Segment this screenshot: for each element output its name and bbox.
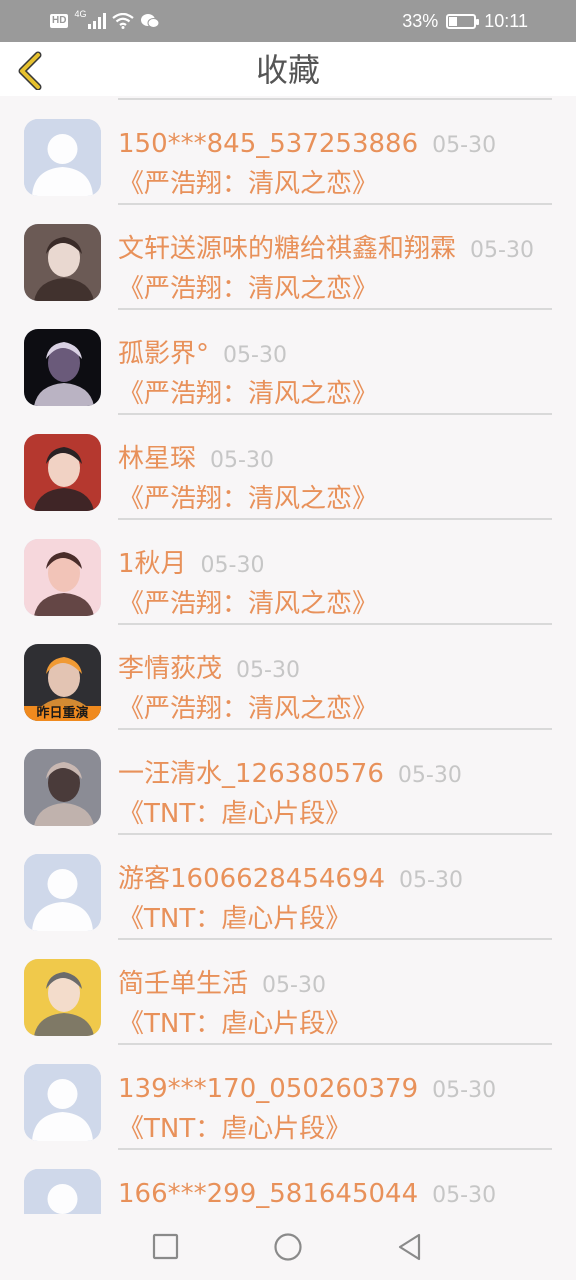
name-row: 孤影界° 05-30 [118,338,287,373]
favorite-date: 05-30 [432,1078,497,1103]
triangle-back-icon [398,1233,421,1261]
name-row: 李情荻茂 05-30 [118,653,300,688]
favorites-list: 150***845_537253886 05-30 《严浩翔：清风之恋》 文轩送源味的… [0,96,576,1214]
list-item[interactable]: 1秋月 05-30 《严浩翔：清风之恋》 [0,520,576,625]
square-icon [152,1233,179,1260]
list-item[interactable]: 简壬单生活 05-30 《TNT：虐心片段》 [0,940,576,1045]
network-label: 4G [74,9,87,19]
user-avatar[interactable] [24,224,101,301]
battery-percent: 33% [402,10,439,31]
user-name[interactable]: 1秋月 [118,549,187,579]
list-item[interactable]: 166***299_581645044 05-30 [0,1150,576,1214]
user-avatar[interactable] [24,539,101,616]
list-item[interactable]: 150***845_537253886 05-30 《严浩翔：清风之恋》 [0,100,576,205]
default-avatar[interactable] [24,1064,101,1141]
work-title[interactable]: 《TNT：虐心片段》 [118,798,351,830]
signal-icon [88,13,107,29]
user-name[interactable]: 孤影界° [118,339,209,369]
wifi-icon [112,13,135,29]
hd-badge: HD [50,14,69,28]
favorite-date: 05-30 [432,1183,497,1208]
work-title[interactable]: 《严浩翔：清风之恋》 [118,483,378,515]
name-row: 1秋月 05-30 [118,548,264,583]
user-name[interactable]: 文轩送源味的糖给祺鑫和翔霖 [118,234,456,264]
user-avatar[interactable] [24,329,101,406]
user-avatar[interactable] [24,749,101,826]
user-avatar[interactable] [24,959,101,1036]
favorite-date: 05-30 [432,133,497,158]
list-item[interactable]: 孤影界° 05-30 《严浩翔：清风之恋》 [0,310,576,415]
name-row: 林星琛 05-30 [118,443,274,478]
name-row: 一汪清水_126380576 05-30 [118,758,462,793]
status-right: 33% 10:11 [402,9,528,33]
name-row: 150***845_537253886 05-30 [118,128,496,163]
user-name[interactable]: 李情荻茂 [118,654,222,684]
page-title: 收藏 [255,51,320,89]
name-row: 166***299_581645044 05-30 [118,1178,496,1213]
favorite-date: 05-30 [470,238,534,263]
work-title[interactable]: 《TNT：虐心片段》 [118,1008,351,1040]
list-item[interactable]: 林星琛 05-30 《严浩翔：清风之恋》 [0,415,576,520]
nav-back-button[interactable] [395,1232,425,1262]
favorite-date: 05-30 [210,448,274,473]
status-left: HD 4G [50,9,160,33]
favorite-date: 05-30 [223,343,287,368]
work-title[interactable]: 《严浩翔：清风之恋》 [118,168,378,200]
work-title[interactable]: 《TNT：虐心片段》 [118,903,351,935]
favorite-date: 05-30 [397,763,462,788]
battery-icon [446,13,480,29]
clock: 10:11 [484,10,528,31]
favorite-date: 05-30 [399,868,463,893]
user-name[interactable]: 一汪清水_126380576 [118,759,384,789]
work-title[interactable]: 《严浩翔：清风之恋》 [118,693,378,725]
user-name[interactable]: 简壬单生活 [118,969,248,999]
work-title[interactable]: 《严浩翔：清风之恋》 [118,378,378,410]
name-row: 游客1606628454694 05-30 [118,863,463,898]
favorite-date: 05-30 [236,658,300,683]
favorite-date: 05-30 [200,553,265,578]
user-name[interactable]: 林星琛 [118,444,196,474]
user-name[interactable]: 游客1606628454694 [118,864,385,894]
list-item[interactable]: 游客1606628454694 05-30 《TNT：虐心片段》 [0,835,576,940]
default-avatar[interactable] [24,119,101,196]
avatar-caption: 昨日重演 [36,706,89,721]
list-item[interactable]: 文轩送源味的糖给祺鑫和翔霖 05-30 《严浩翔：清风之恋》 [0,205,576,310]
work-title[interactable]: 《TNT：虐心片段》 [118,1113,351,1145]
list-item[interactable]: 昨日重演 李情荻茂 05-30 《严浩翔：清风之恋》 [0,625,576,730]
list-item[interactable]: 139***170_050260379 05-30 《TNT：虐心片段》 [0,1045,576,1150]
user-avatar[interactable] [24,434,101,511]
name-row: 文轩送源味的糖给祺鑫和翔霖 05-30 [118,233,534,268]
user-name[interactable]: 150***845_537253886 [118,129,418,159]
recent-apps-button[interactable] [151,1232,181,1262]
favorite-date: 05-30 [262,973,326,998]
name-row: 简壬单生活 05-30 [118,968,326,1003]
default-avatar[interactable] [24,1169,101,1214]
system-nav-bar [0,1214,576,1280]
name-row: 139***170_050260379 05-30 [118,1073,496,1108]
user-avatar[interactable]: 昨日重演 [24,644,101,721]
list-item[interactable]: 一汪清水_126380576 05-30 《TNT：虐心片段》 [0,730,576,835]
circle-icon [274,1233,302,1261]
default-avatar[interactable] [24,854,101,931]
work-title[interactable]: 《严浩翔：清风之恋》 [118,273,378,305]
user-name[interactable]: 139***170_050260379 [118,1074,418,1104]
wechat-icon [141,14,160,28]
work-title[interactable]: 《严浩翔：清风之恋》 [118,588,378,620]
header: 收藏 [0,42,576,96]
home-button[interactable] [273,1232,303,1262]
user-name[interactable]: 166***299_581645044 [118,1179,418,1209]
status-bar: HD 4G 33% 10:11 [0,0,576,42]
